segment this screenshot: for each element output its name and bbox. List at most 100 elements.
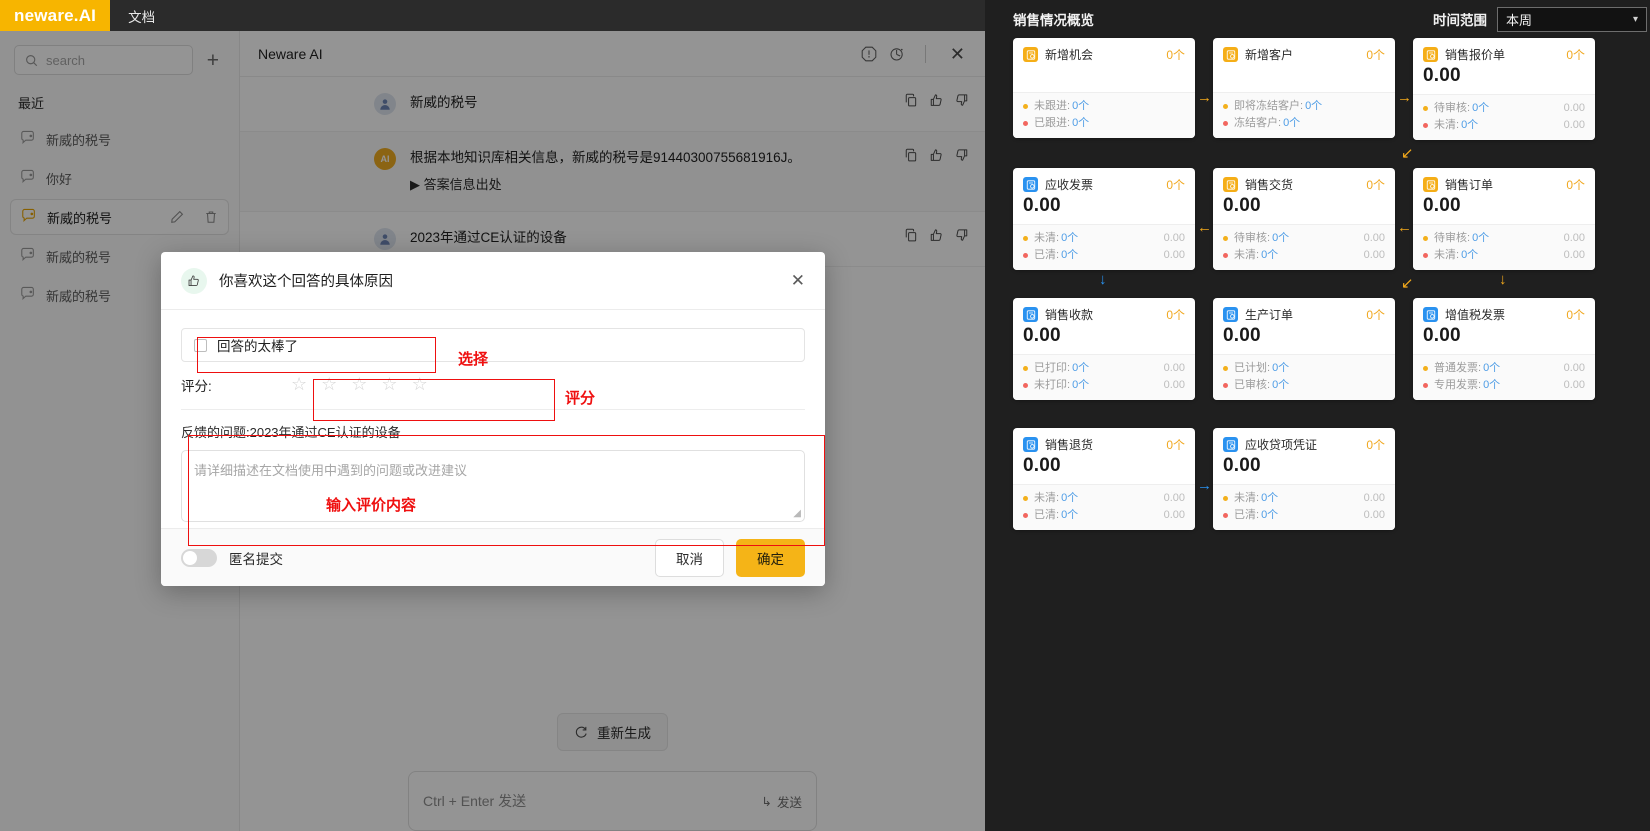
star-icon[interactable]: ☆ (381, 374, 397, 395)
metric-sub-row: 未清: 0个 0.00 (1023, 490, 1185, 507)
quote-icon (1423, 47, 1438, 62)
card-header: 新增机会 0个 (1023, 46, 1185, 63)
sub-count: 0个 (1472, 102, 1490, 114)
card-name: 生产订单 (1245, 308, 1294, 322)
star-rating[interactable]: ☆ ☆ ☆ ☆ ☆ (291, 374, 428, 395)
card-amount: 0.00 (1223, 325, 1261, 346)
sub-count: 0个 (1061, 249, 1079, 261)
confirm-button[interactable]: 确定 (736, 538, 805, 577)
metric-sub-row: 已跟进: 0个 (1023, 115, 1185, 132)
return-icon (1023, 437, 1038, 452)
sub-count: 0个 (1072, 117, 1090, 129)
time-range-label: 时间范围 (1433, 13, 1487, 28)
status-dot (1423, 383, 1428, 388)
metric-sub-row: 未清: 0个 0.00 (1423, 117, 1585, 134)
card-top: 应收发票 0个 0.00 (1013, 168, 1195, 224)
card-top: 销售收款 0个 0.00 (1013, 298, 1195, 354)
sub-label: 未清: (1434, 249, 1460, 261)
card-bottom: 已计划: 0个 已审核: 0个 (1213, 354, 1395, 400)
status-dot (1023, 253, 1028, 258)
reason-tag-checkbox[interactable]: 回答的太棒了 (181, 328, 805, 362)
modal-close-button[interactable]: ✕ (791, 272, 805, 289)
dashboard-header: 销售情况概览 时间范围 本周 ▾ (1013, 0, 1650, 38)
reason-tag-label: 回答的太棒了 (217, 339, 298, 354)
star-icon[interactable]: ☆ (321, 374, 337, 395)
card-count: 0个 (1166, 48, 1185, 62)
resize-grip-icon[interactable]: ◢ (793, 508, 801, 519)
card-count: 0个 (1166, 308, 1185, 322)
card-name: 销售报价单 (1445, 48, 1506, 62)
delivery-icon (1223, 177, 1238, 192)
card-top: 新增机会 0个 (1013, 38, 1195, 92)
star-icon[interactable]: ☆ (412, 374, 428, 395)
card-name: 销售收款 (1045, 308, 1094, 322)
flow-arrow-icon: ← (1397, 219, 1412, 236)
metric-sub-row: 未打印: 0个 0.00 (1023, 377, 1185, 394)
metric-sub-row: 普通发票: 0个 0.00 (1423, 360, 1585, 377)
feedback-textarea[interactable]: 请详细描述在文档使用中遇到的问题或改进建议 ◢ (181, 450, 805, 522)
modal-divider (181, 409, 805, 410)
card-bottom: 待审核: 0个 0.00 未清: 0个 0.00 (1213, 224, 1395, 270)
metric-sub-row: 已清: 0个 0.00 (1023, 247, 1185, 264)
anonymous-toggle[interactable] (181, 548, 217, 567)
metric-sub-row: 已清: 0个 0.00 (1023, 507, 1185, 524)
time-range-select[interactable]: 本周 ▾ (1497, 6, 1647, 32)
sub-count: 0个 (1072, 100, 1090, 112)
star-icon[interactable]: ☆ (291, 374, 307, 395)
star-icon[interactable]: ☆ (351, 374, 367, 395)
annotation-label-rating: 评分 (565, 390, 596, 407)
metric-sub-row: 专用发票: 0个 0.00 (1423, 377, 1585, 394)
metric-card[interactable]: 增值税发票 0个 0.00 普通发票: 0个 0.00 专用发票: 0个 0.0… (1413, 298, 1595, 400)
metric-card[interactable]: 应收发票 0个 0.00 未清: 0个 0.00 已清: 0个 0.00 (1013, 168, 1195, 270)
sub-amount: 0.00 (1363, 249, 1385, 261)
tag-row: 回答的太棒了 (181, 328, 805, 362)
status-dot (1423, 366, 1428, 371)
metric-card[interactable]: 应收贷项凭证 0个 0.00 未清: 0个 0.00 已清: 0个 0.00 (1213, 428, 1395, 530)
metric-card[interactable]: 销售收款 0个 0.00 已打印: 0个 0.00 未打印: 0个 0.00 (1013, 298, 1195, 400)
sub-label: 即将冻结客户: (1234, 100, 1304, 112)
card-header: 应收发票 0个 (1023, 176, 1185, 193)
sub-label: 冻结客户: (1234, 117, 1282, 129)
metric-sub-row: 已打印: 0个 0.00 (1023, 360, 1185, 377)
sub-amount: 0.00 (1563, 232, 1585, 244)
rating-row: 评分: ☆ ☆ ☆ ☆ ☆ (181, 374, 805, 395)
sub-label: 未打印: (1034, 379, 1071, 391)
card-bottom: 未清: 0个 0.00 已清: 0个 0.00 (1013, 224, 1195, 270)
metric-card[interactable]: 销售订单 0个 0.00 待审核: 0个 0.00 未清: 0个 0.00 (1413, 168, 1595, 270)
metric-card[interactable]: 新增机会 0个 未跟进: 0个 已跟进: 0个 (1013, 38, 1195, 138)
metric-card[interactable]: 生产订单 0个 0.00 已计划: 0个 已审核: 0个 (1213, 298, 1395, 400)
card-amount: 0.00 (1423, 65, 1461, 86)
status-dot (1223, 513, 1228, 518)
feedback-question-title: 反馈的问题:2023年通过CE认证的设备 (181, 425, 401, 440)
card-name: 应收发票 (1045, 178, 1094, 192)
anonymous-label: 匿名提交 (229, 551, 283, 567)
metric-sub-row: 未清: 0个 0.00 (1223, 490, 1385, 507)
production-icon (1223, 307, 1238, 322)
checkbox-icon[interactable] (194, 338, 207, 352)
sub-label: 未清: (1034, 232, 1060, 244)
cancel-button[interactable]: 取消 (655, 538, 724, 577)
card-count: 0个 (1566, 308, 1585, 322)
flow-arrow-icon: → (1197, 89, 1212, 106)
metric-card[interactable]: 销售报价单 0个 0.00 待审核: 0个 0.00 未清: 0个 0.00 (1413, 38, 1595, 140)
customer-icon (1223, 47, 1238, 62)
metric-card[interactable]: 销售交货 0个 0.00 待审核: 0个 0.00 未清: 0个 0.00 (1213, 168, 1395, 270)
sub-amount: 0.00 (1363, 492, 1385, 504)
card-count: 0个 (1166, 178, 1185, 192)
card-count: 0个 (1366, 308, 1385, 322)
sub-label: 已清: (1034, 509, 1060, 521)
sub-amount: 0.00 (1563, 379, 1585, 391)
status-dot (1223, 121, 1228, 126)
tab-documents[interactable]: 文档 (110, 0, 173, 31)
sub-count: 0个 (1305, 100, 1323, 112)
metric-sub-row: 已清: 0个 0.00 (1223, 507, 1385, 524)
card-header: 销售交货 0个 (1223, 176, 1385, 193)
status-dot (1223, 236, 1228, 241)
metric-card[interactable]: 新增客户 0个 即将冻结客户: 0个 冻结客户: 0个 (1213, 38, 1395, 138)
sub-count: 0个 (1072, 362, 1090, 374)
status-dot (1423, 236, 1428, 241)
sub-count: 0个 (1272, 232, 1290, 244)
sub-label: 已计划: (1234, 362, 1271, 374)
metric-card[interactable]: 销售退货 0个 0.00 未清: 0个 0.00 已清: 0个 0.00 (1013, 428, 1195, 530)
card-name: 新增机会 (1045, 48, 1094, 62)
